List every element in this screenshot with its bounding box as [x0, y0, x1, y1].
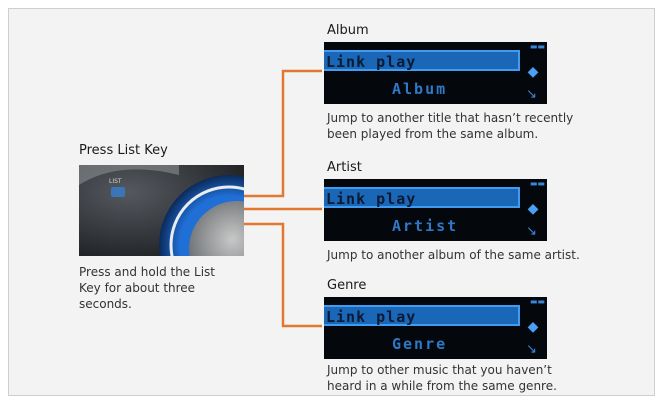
screen-tag-icon: ▬▬ — [529, 179, 545, 188]
screen-text: Link play — [326, 53, 417, 71]
screen-text: Link play — [326, 190, 417, 208]
dpad-icon: ◆ — [527, 201, 539, 217]
screen-tag-icon: ▬▬ — [529, 42, 545, 51]
press-description-line: Key for about three — [79, 281, 196, 295]
press-description-line: Press and hold the List — [79, 265, 215, 279]
press-list-key-title: Press List Key — [79, 143, 168, 158]
arrow-icon: ↘ — [526, 342, 537, 357]
option-artist-title: Artist — [327, 160, 362, 175]
screen-highlight-bar: Link play — [324, 305, 520, 326]
option-album-description: Jump to another title that hasn’t recent… — [327, 110, 647, 142]
screen-mode-text: Album — [392, 80, 448, 98]
screen-mode-text: Artist — [392, 217, 459, 235]
arrow-icon: ↘ — [526, 224, 537, 239]
arrow-icon: ↘ — [526, 87, 537, 102]
option-genre-title: Genre — [327, 278, 367, 293]
screen-tag-icon: ▬▬ — [529, 297, 545, 306]
option-artist-description: Jump to another album of the same artist… — [327, 247, 647, 263]
press-description: Press and hold the List Key for about th… — [79, 264, 249, 312]
genre-screen: ▬▬ Link play Genre ◆ ↘ — [324, 297, 547, 359]
screen-highlight-bar: Link play — [324, 50, 520, 71]
dpad-icon: ◆ — [527, 319, 539, 335]
description-line: Jump to another album of the same artist… — [327, 248, 580, 262]
knob-image: LIST — [79, 165, 244, 256]
screen-highlight-bar: Link play — [324, 187, 520, 208]
description-line: Jump to another title that hasn’t recent… — [327, 111, 574, 125]
list-button-icon — [111, 187, 125, 197]
screen-mode-text: Genre — [392, 335, 448, 353]
artist-screen: ▬▬ Link play Artist ◆ ↘ — [324, 179, 547, 241]
option-album-title: Album — [327, 23, 369, 38]
description-line: Jump to other music that you haven’t — [327, 363, 552, 377]
album-screen: ▬▬ Link play Album ◆ ↘ — [324, 42, 547, 104]
description-line: heard in a while from the same genre. — [327, 379, 557, 393]
knob-label: LIST — [109, 178, 122, 185]
screen-text: Link play — [326, 308, 417, 326]
dpad-icon: ◆ — [527, 64, 539, 80]
press-description-line: seconds. — [79, 297, 132, 311]
option-genre-description: Jump to other music that you haven’t hea… — [327, 362, 647, 394]
description-line: been played from the same album. — [327, 127, 539, 141]
list-knob-photo: LIST — [79, 165, 244, 256]
